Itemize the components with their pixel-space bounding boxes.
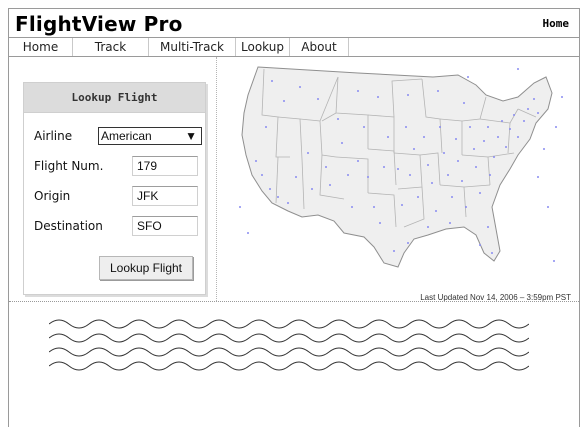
app-window: FlightView Pro Home Home Track Multi-Tra…	[8, 8, 580, 427]
tab-track[interactable]: Track	[73, 38, 149, 56]
app-header: FlightView Pro Home	[9, 9, 579, 37]
airline-select[interactable]: American ▼	[98, 127, 202, 145]
content-placeholder-lines	[49, 319, 529, 371]
panel-title: Lookup Flight	[24, 83, 205, 113]
airline-label: Airline	[34, 129, 73, 143]
tab-multi-track[interactable]: Multi-Track	[149, 38, 236, 56]
dropdown-arrow-icon[interactable]: ▼	[185, 128, 197, 144]
destination-input[interactable]: SFO	[132, 216, 198, 236]
flight-map-area: Last Updated Nov 14, 2006 – 3:59pm PST	[218, 57, 579, 302]
nav-bar: Home Track Multi-Track Lookup About	[9, 37, 579, 57]
lookup-flight-button[interactable]: Lookup Flight	[99, 256, 193, 280]
destination-label: Destination	[34, 219, 103, 233]
section-divider	[9, 301, 579, 302]
origin-input[interactable]: JFK	[132, 186, 198, 206]
flight-number-input[interactable]: 179	[132, 156, 198, 176]
header-home-link[interactable]: Home	[543, 17, 570, 30]
airline-selected-value: American	[101, 129, 152, 143]
us-map[interactable]	[218, 57, 579, 293]
panel-body: Airline American ▼ Flight Num. 179 Origi…	[24, 113, 205, 294]
tab-home[interactable]: Home	[9, 38, 73, 56]
flight-number-label: Flight Num.	[34, 159, 104, 173]
lookup-panel-area: Lookup Flight Airline American ▼ Flight …	[9, 57, 217, 301]
us-outline	[241, 66, 553, 268]
tab-about[interactable]: About	[290, 38, 349, 56]
app-title: FlightView Pro	[15, 12, 183, 36]
lookup-flight-panel: Lookup Flight Airline American ▼ Flight …	[23, 82, 206, 295]
tab-lookup[interactable]: Lookup	[236, 38, 290, 56]
origin-label: Origin	[34, 189, 71, 203]
